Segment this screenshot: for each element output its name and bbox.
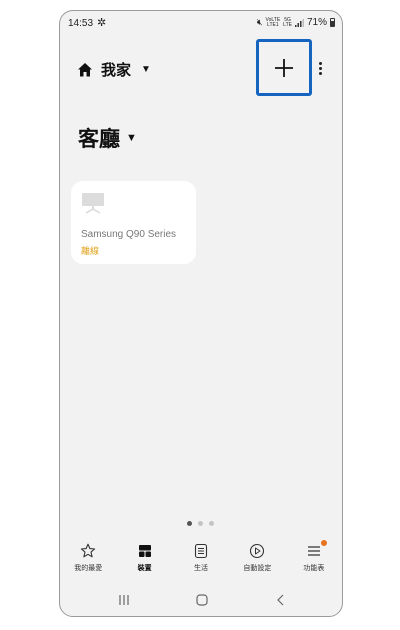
- back-icon[interactable]: [274, 593, 288, 607]
- page-dot[interactable]: [209, 521, 214, 526]
- status-icons: 🔇︎ VoLTE LTE1 5G LTE 71%: [257, 17, 335, 28]
- nav-label: 裝置: [137, 565, 152, 572]
- nav-label: 自動設定: [243, 565, 272, 572]
- page-dot[interactable]: [198, 521, 203, 526]
- battery-percent: 71%: [306, 17, 327, 28]
- nav-label: 功能表: [303, 565, 325, 572]
- status-bar: 14:53 ✲ 🔇︎ VoLTE LTE1 5G LTE 71%: [60, 11, 342, 35]
- nav-label: 我的最愛: [74, 565, 103, 572]
- volte-bottom: LTE1: [267, 21, 279, 28]
- plus-icon: [275, 58, 293, 77]
- network-indicator: 5G LTE: [283, 17, 292, 28]
- nav-label: 生活: [194, 565, 209, 572]
- more-dot: [318, 71, 322, 75]
- more-options-button[interactable]: [314, 57, 326, 79]
- room-title: 客廳: [78, 128, 120, 151]
- device-status: 離線: [81, 246, 100, 256]
- bottom-nav: 我的最愛 裝置 生活 自動設定 功能表: [60, 540, 342, 579]
- device-name: Samsung Q90 Series: [81, 229, 177, 240]
- page-dot-active[interactable]: [187, 521, 192, 526]
- system-nav: [60, 589, 342, 611]
- device-card[interactable]: Samsung Q90 Series 離線: [71, 181, 196, 264]
- battery-icon: [330, 18, 335, 27]
- more-vertical-icon: [318, 61, 322, 65]
- life-icon: [194, 543, 208, 559]
- nav-devices[interactable]: 裝置: [116, 543, 172, 579]
- play-circle-icon: [250, 543, 265, 559]
- nav-favorites[interactable]: 我的最愛: [60, 543, 116, 579]
- star-icon: [81, 543, 96, 558]
- recents-icon[interactable]: [117, 593, 131, 607]
- chevron-down-icon: ▼: [126, 132, 137, 144]
- menu-icon: [307, 546, 320, 556]
- home-icon: [78, 62, 92, 76]
- notification-badge: [321, 540, 328, 546]
- tv-icon: [82, 193, 104, 214]
- page-indicator: [187, 521, 214, 526]
- mute-icon: 🔇︎: [256, 17, 263, 27]
- more-dot: [318, 66, 322, 70]
- phone-screen: 14:53 ✲ 🔇︎ VoLTE LTE1 5G LTE 71% 我家 ▼ 客廳…: [59, 10, 343, 617]
- devices-icon: [138, 545, 151, 557]
- home-button-icon[interactable]: [195, 593, 209, 607]
- add-button[interactable]: [256, 39, 312, 96]
- signal-icon: [294, 18, 304, 27]
- status-time: 14:53: [68, 18, 94, 29]
- nav-life[interactable]: 生活: [173, 543, 229, 579]
- volte-indicator: VoLTE LTE1: [266, 17, 281, 28]
- nav-automations[interactable]: 自動設定: [229, 543, 285, 579]
- home-label: 我家: [101, 62, 132, 79]
- chevron-down-icon: ▼: [141, 64, 151, 75]
- room-selector[interactable]: 客廳 ▼: [78, 123, 137, 153]
- fan-icon: ✲: [97, 17, 107, 29]
- network-bottom: LTE: [283, 21, 292, 28]
- nav-menu[interactable]: 功能表: [286, 540, 342, 579]
- home-selector[interactable]: 我家 ▼: [77, 59, 151, 80]
